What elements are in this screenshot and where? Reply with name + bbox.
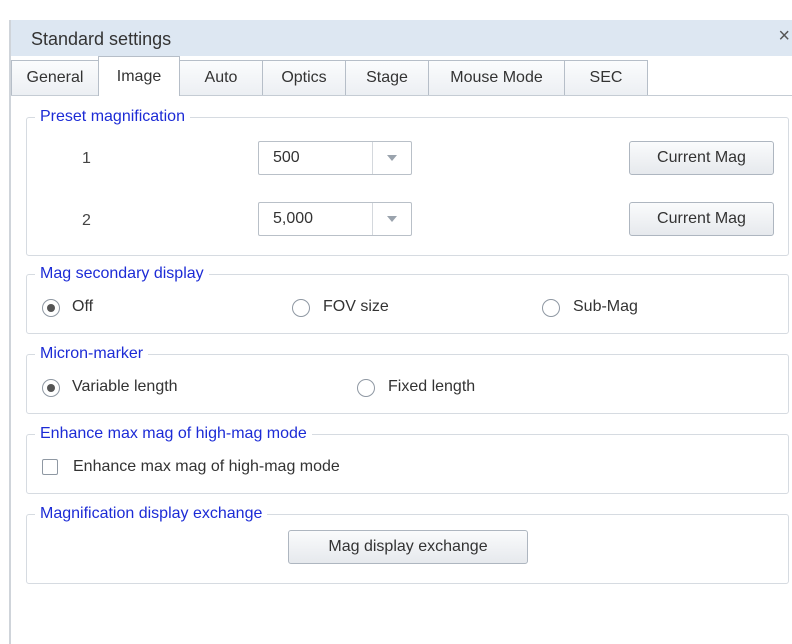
window-left-border	[9, 20, 11, 644]
preset-index-2: 2	[82, 212, 91, 229]
preset-mag-2-value: 5,000	[273, 210, 314, 227]
tab-optics[interactable]: Optics	[262, 60, 346, 95]
group-title: Magnification display exchange	[35, 504, 268, 524]
chevron-down-icon	[387, 216, 397, 222]
close-icon[interactable]: ×	[778, 26, 790, 46]
tab-mouse-mode[interactable]: Mouse Mode	[428, 60, 565, 95]
preset-magnification-group: Preset magnification 1 500 Current Mag 2…	[26, 107, 789, 256]
tab-stage[interactable]: Stage	[345, 60, 429, 95]
radio-sub-mag-label[interactable]: Sub-Mag	[573, 298, 638, 316]
mag-secondary-display-group: Mag secondary display Off FOV size Sub-M…	[26, 264, 789, 334]
radio-sub-mag[interactable]	[542, 299, 560, 317]
radio-fov-size[interactable]	[292, 299, 310, 317]
radio-off-label[interactable]: Off	[72, 298, 93, 316]
mag-display-exchange-button[interactable]: Mag display exchange	[288, 530, 528, 564]
magnification-display-exchange-group: Magnification display exchange Mag displ…	[26, 504, 789, 584]
enhance-max-mag-checkbox-label[interactable]: Enhance max mag of high-mag mode	[73, 458, 340, 476]
preset-mag-2-combo[interactable]: 5,000	[258, 202, 412, 236]
dialog-title: Standard settings	[31, 29, 172, 49]
dialog-titlebar: Standard settings ×	[11, 20, 792, 56]
tab-general[interactable]: General	[11, 60, 99, 95]
radio-variable-length-label[interactable]: Variable length	[72, 378, 178, 396]
radio-variable-length[interactable]	[42, 379, 60, 397]
group-title: Preset magnification	[35, 107, 190, 127]
preset-mag-1-value: 500	[273, 149, 300, 166]
micron-marker-group: Micron-marker Variable length Fixed leng…	[26, 344, 789, 414]
dropdown-button[interactable]	[372, 142, 411, 174]
tab-image[interactable]: Image	[98, 56, 180, 96]
current-mag-button-1[interactable]: Current Mag	[629, 141, 774, 175]
tab-strip: General Image Auto Optics Stage Mouse Mo…	[11, 56, 792, 96]
dropdown-button[interactable]	[372, 203, 411, 235]
enhance-max-mag-group: Enhance max mag of high-mag mode Enhance…	[26, 424, 789, 494]
chevron-down-icon	[387, 155, 397, 161]
radio-fixed-length[interactable]	[357, 379, 375, 397]
group-title: Mag secondary display	[35, 264, 209, 284]
group-title: Micron-marker	[35, 344, 149, 364]
current-mag-button-2[interactable]: Current Mag	[629, 202, 774, 236]
tab-auto[interactable]: Auto	[179, 60, 263, 95]
radio-fov-size-label[interactable]: FOV size	[323, 298, 389, 316]
enhance-max-mag-checkbox[interactable]	[42, 459, 58, 475]
preset-index-1: 1	[82, 150, 91, 167]
radio-off[interactable]	[42, 299, 60, 317]
group-title: Enhance max mag of high-mag mode	[35, 424, 312, 444]
preset-mag-1-combo[interactable]: 500	[258, 141, 412, 175]
tab-sec[interactable]: SEC	[564, 60, 648, 95]
radio-fixed-length-label[interactable]: Fixed length	[388, 378, 475, 396]
